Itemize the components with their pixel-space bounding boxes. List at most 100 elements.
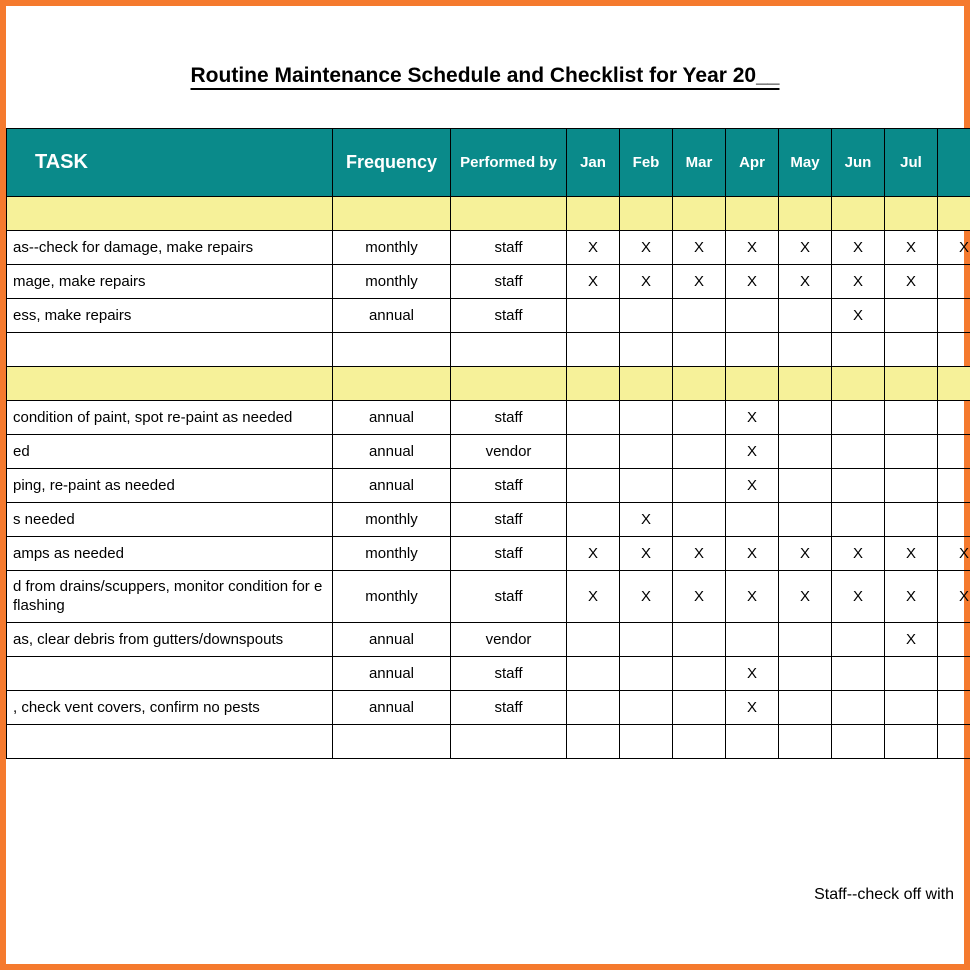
section-cell [673, 367, 726, 401]
performed-by-cell: staff [451, 657, 567, 691]
month-cell: X [832, 571, 885, 623]
month-cell [938, 469, 970, 503]
month-cell: X [726, 265, 779, 299]
frequency-cell: annual [333, 401, 451, 435]
month-cell [779, 299, 832, 333]
month-cell [779, 401, 832, 435]
table-row [7, 725, 970, 759]
month-cell [938, 623, 970, 657]
month-cell: X [832, 537, 885, 571]
month-cell [567, 469, 620, 503]
section-cell [832, 197, 885, 231]
table-row [7, 333, 970, 367]
task-cell: mage, make repairs [7, 265, 333, 299]
header-month-mar: Mar [673, 129, 726, 197]
month-cell [673, 623, 726, 657]
table-row: , check vent covers, confirm no pestsann… [7, 691, 970, 725]
month-cell [832, 725, 885, 759]
month-cell [567, 401, 620, 435]
month-cell [673, 657, 726, 691]
table-row: ping, re-paint as neededannualstaffX [7, 469, 970, 503]
month-cell [885, 333, 938, 367]
table-header-row: TASK Frequency Performed by Jan Feb Mar … [7, 129, 970, 197]
month-cell: X [620, 265, 673, 299]
section-cell [333, 197, 451, 231]
performed-by-cell: staff [451, 401, 567, 435]
month-cell [673, 401, 726, 435]
section-cell [885, 367, 938, 401]
month-cell [726, 299, 779, 333]
section-cell [567, 197, 620, 231]
footer-note: Staff--check off with [814, 886, 954, 904]
table-row: as, clear debris from gutters/downspouts… [7, 623, 970, 657]
performed-by-cell: vendor [451, 623, 567, 657]
performed-by-cell: staff [451, 571, 567, 623]
month-cell: X [567, 537, 620, 571]
month-cell [620, 657, 673, 691]
task-cell: , check vent covers, confirm no pests [7, 691, 333, 725]
month-cell [832, 469, 885, 503]
month-cell [885, 657, 938, 691]
month-cell [938, 435, 970, 469]
month-cell: X [938, 537, 970, 571]
month-cell [620, 299, 673, 333]
month-cell [726, 503, 779, 537]
month-cell [832, 401, 885, 435]
month-cell [779, 333, 832, 367]
month-cell: X [885, 265, 938, 299]
header-month-jan: Jan [567, 129, 620, 197]
performed-by-cell: staff [451, 231, 567, 265]
month-cell [567, 657, 620, 691]
frequency-cell: annual [333, 623, 451, 657]
month-cell: X [567, 231, 620, 265]
month-cell [779, 623, 832, 657]
month-cell [938, 725, 970, 759]
month-cell [779, 657, 832, 691]
month-cell [673, 333, 726, 367]
month-cell [567, 623, 620, 657]
month-cell [567, 503, 620, 537]
month-cell: X [673, 571, 726, 623]
month-cell [832, 435, 885, 469]
month-cell [620, 401, 673, 435]
section-cell [7, 197, 333, 231]
month-cell [620, 469, 673, 503]
month-cell [938, 691, 970, 725]
task-cell [7, 657, 333, 691]
month-cell [885, 691, 938, 725]
section-cell [451, 197, 567, 231]
month-cell: X [567, 265, 620, 299]
month-cell [620, 725, 673, 759]
month-cell: X [885, 537, 938, 571]
month-cell: X [726, 469, 779, 503]
month-cell [832, 623, 885, 657]
month-cell [726, 333, 779, 367]
month-cell [673, 691, 726, 725]
month-cell [832, 503, 885, 537]
section-cell [779, 367, 832, 401]
task-cell: amps as needed [7, 537, 333, 571]
month-cell: X [620, 537, 673, 571]
table-row: annualstaffX [7, 657, 970, 691]
month-cell [779, 435, 832, 469]
task-cell: as, clear debris from gutters/downspouts [7, 623, 333, 657]
month-cell [673, 725, 726, 759]
frequency-cell: monthly [333, 265, 451, 299]
task-cell: condition of paint, spot re-paint as nee… [7, 401, 333, 435]
month-cell [832, 657, 885, 691]
month-cell: X [673, 537, 726, 571]
task-cell [7, 333, 333, 367]
month-cell: X [885, 571, 938, 623]
section-cell [726, 197, 779, 231]
month-cell [885, 503, 938, 537]
table-row: mage, make repairsmonthlystaffXXXXXXX [7, 265, 970, 299]
month-cell: X [779, 537, 832, 571]
section-cell [938, 197, 970, 231]
month-cell: X [779, 231, 832, 265]
month-cell: X [832, 299, 885, 333]
month-cell [567, 435, 620, 469]
frequency-cell: annual [333, 469, 451, 503]
header-frequency: Frequency [333, 129, 451, 197]
month-cell [885, 401, 938, 435]
table-row: amps as neededmonthlystaffXXXXXXXX [7, 537, 970, 571]
